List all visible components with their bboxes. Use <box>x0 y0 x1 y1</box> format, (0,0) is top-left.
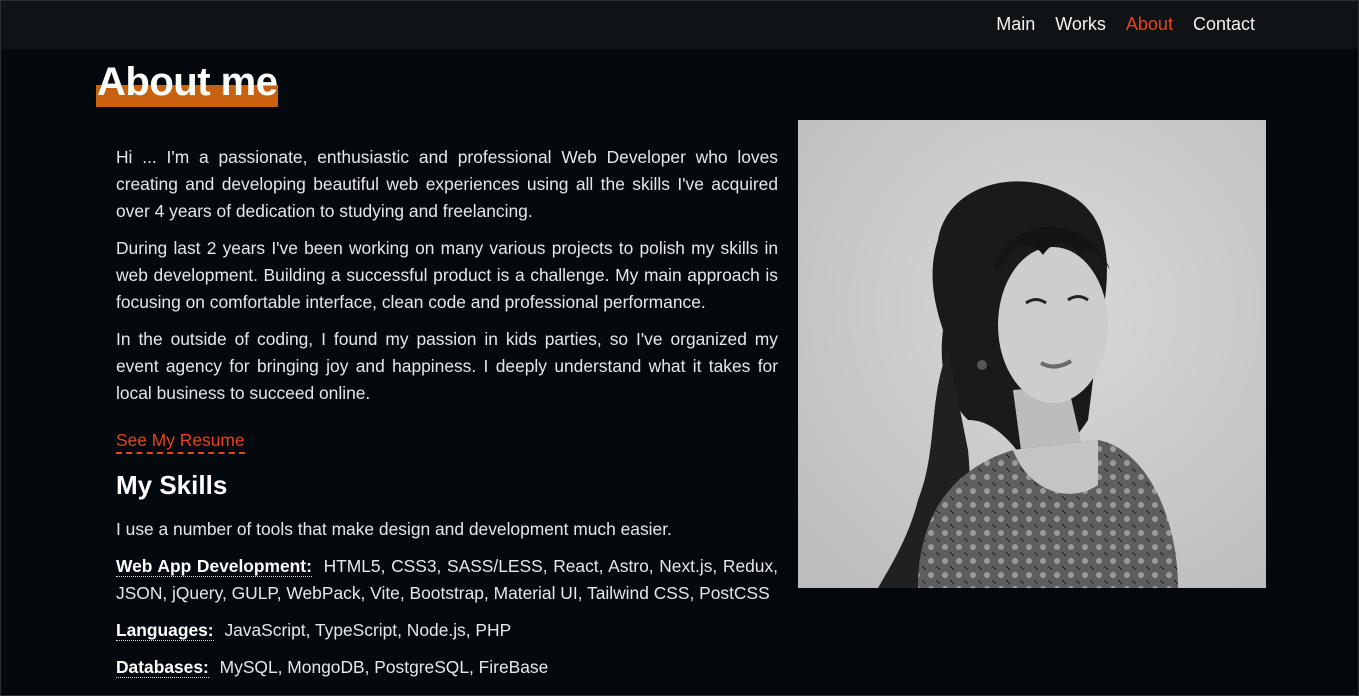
about-paragraph-1: Hi ... I'm a passionate, enthusiastic an… <box>116 147 778 221</box>
skill-group-languages: Languages: JavaScript, TypeScript, Node.… <box>116 617 778 644</box>
skills-title: My Skills <box>116 470 228 500</box>
skill-label-web: Web App Development: <box>116 556 312 577</box>
page: Main Works About Contact About me Hi ...… <box>0 0 1359 696</box>
nav-link-about[interactable]: About <box>1126 13 1173 35</box>
about-text: Hi ... I'm a passionate, enthusiastic an… <box>116 144 778 681</box>
profile-photo <box>798 120 1266 588</box>
skill-items-databases: MySQL, MongoDB, PostgreSQL, FireBase <box>219 657 549 677</box>
about-paragraph-2: During last 2 years I've been working on… <box>116 238 778 312</box>
skill-label-languages: Languages: <box>116 620 214 641</box>
skill-items-languages: JavaScript, TypeScript, Node.js, PHP <box>224 620 512 640</box>
skill-label-databases: Databases: <box>116 657 209 678</box>
skills-intro: I use a number of tools that make design… <box>116 519 672 539</box>
portrait-illustration <box>798 120 1266 588</box>
top-navbar: Main Works About Contact <box>1 1 1358 49</box>
nav-link-main[interactable]: Main <box>996 13 1035 35</box>
resume-link[interactable]: See My Resume <box>116 428 245 454</box>
skill-group-web: Web App Development: HTML5, CSS3, SASS/L… <box>116 553 778 607</box>
nav-links: Main Works About Contact <box>996 13 1255 35</box>
nav-link-works[interactable]: Works <box>1055 13 1106 35</box>
nav-link-contact[interactable]: Contact <box>1193 13 1255 35</box>
about-paragraph-3: In the outside of coding, I found my pas… <box>116 329 778 403</box>
page-title: About me <box>96 59 279 107</box>
skill-group-databases: Databases: MySQL, MongoDB, PostgreSQL, F… <box>116 654 778 681</box>
